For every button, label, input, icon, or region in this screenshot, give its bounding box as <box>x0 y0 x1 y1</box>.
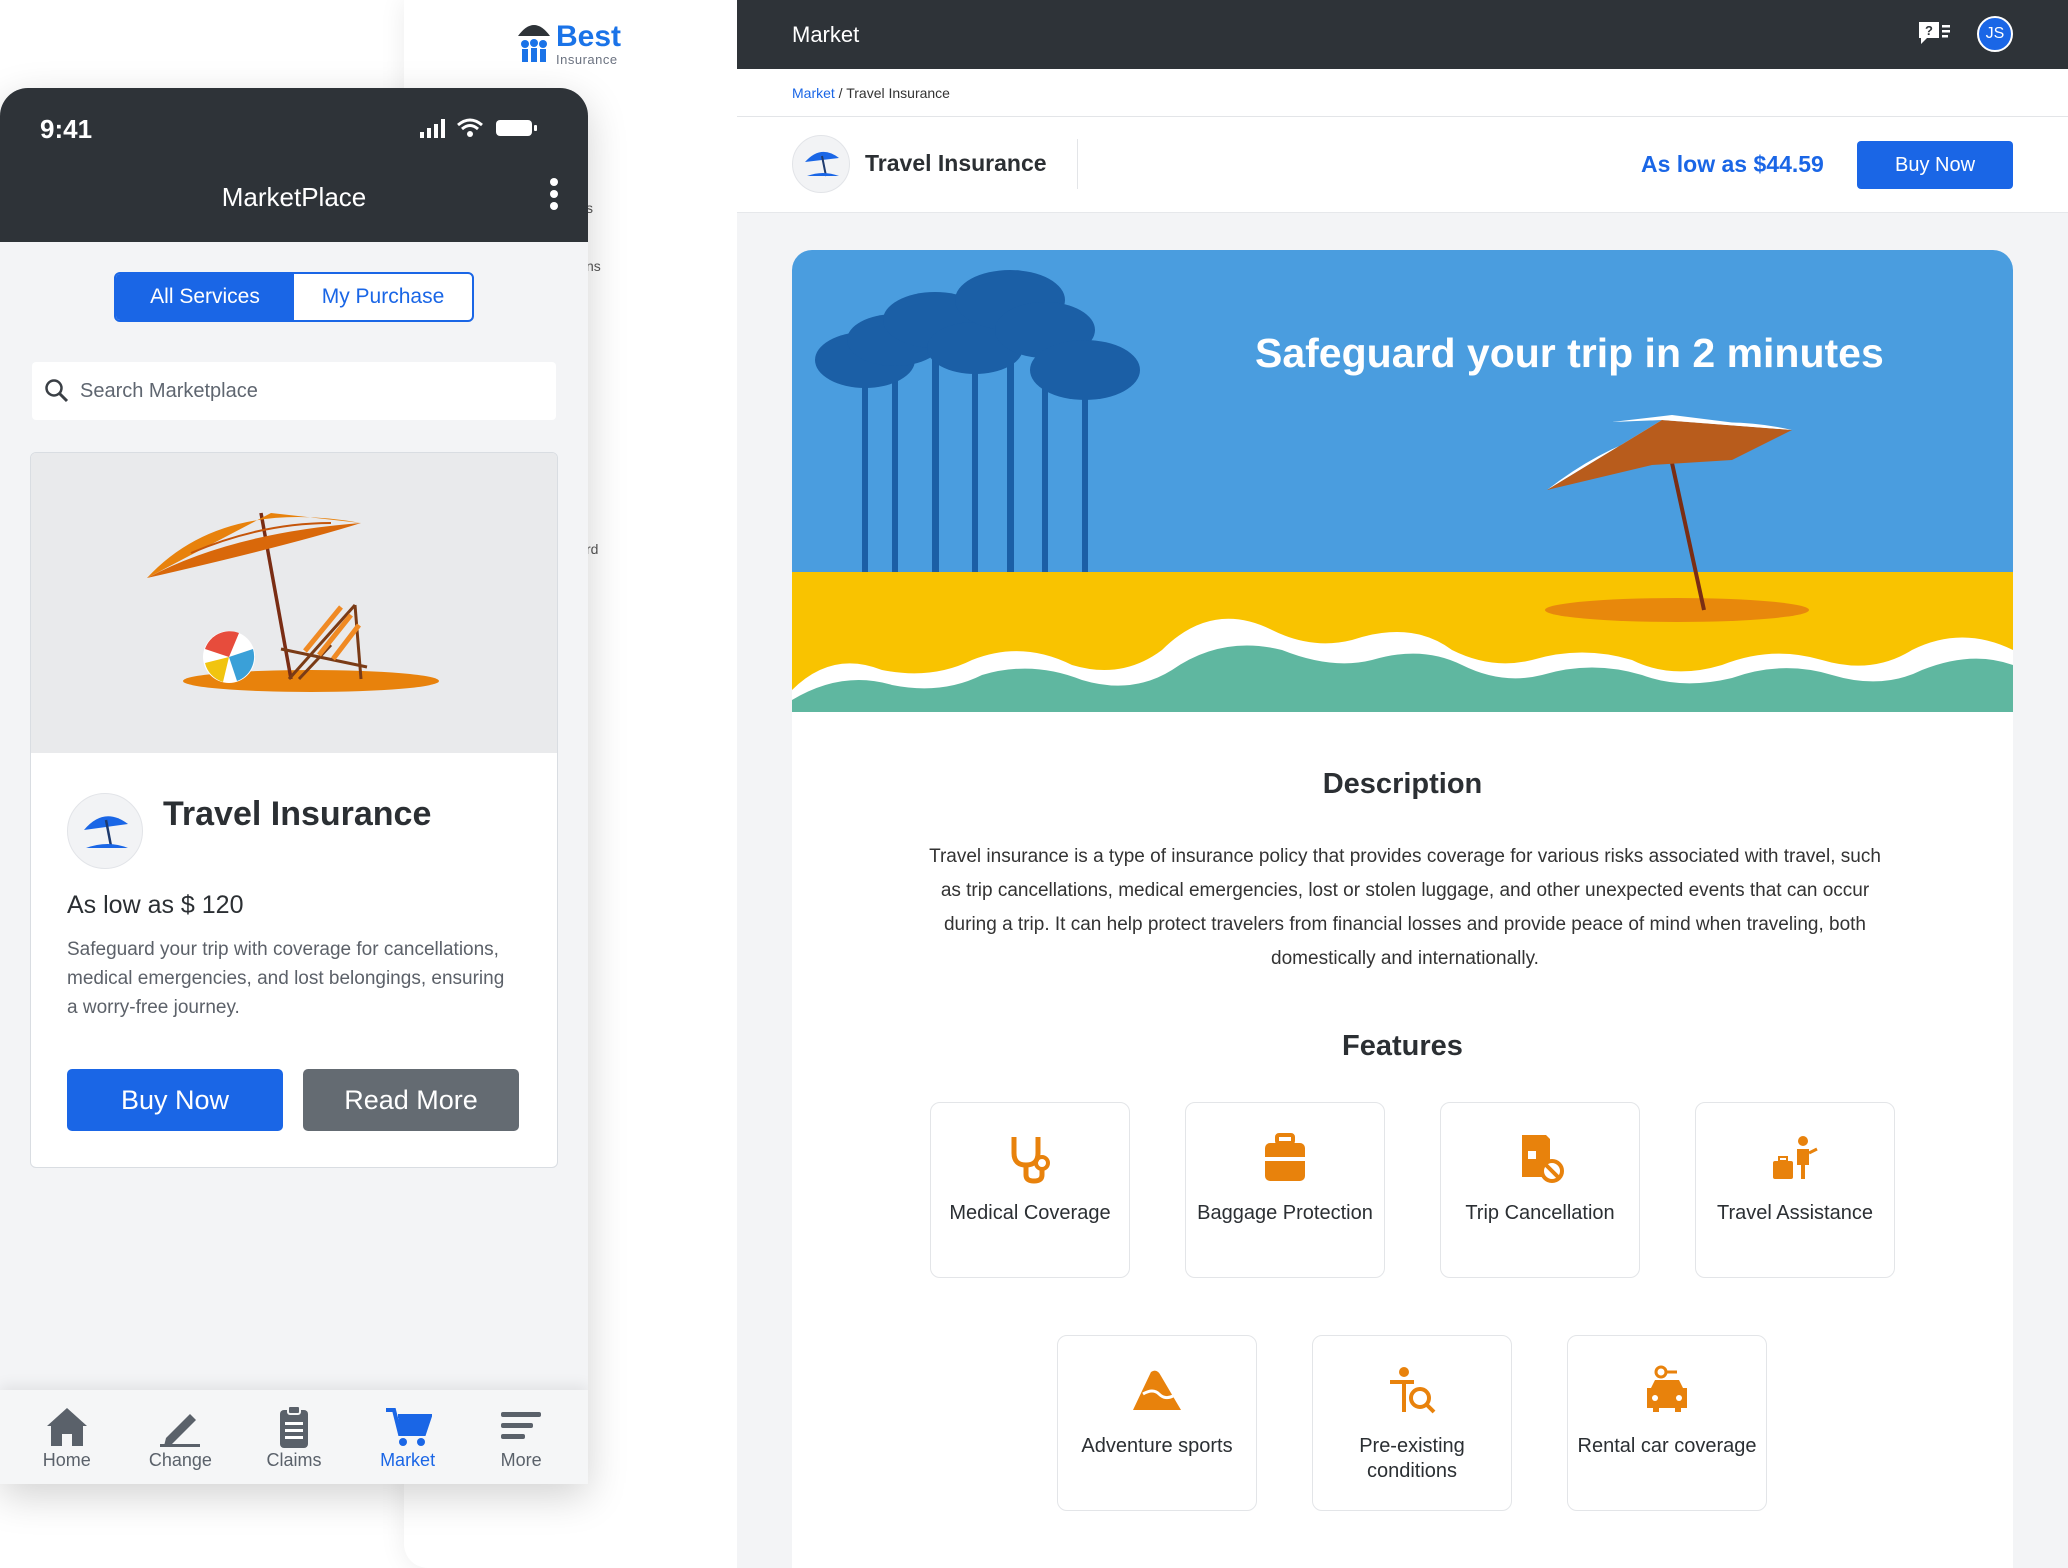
wifi-icon <box>457 118 483 131</box>
hero-title: Safeguard your trip in 2 minutes <box>1255 330 1884 376</box>
feature-card-medical: Medical Coverage <box>930 1102 1130 1278</box>
product-logo <box>67 793 143 869</box>
mobile-phone: 9:41 MarketPlace All Services My Purchas… <box>0 88 588 1484</box>
tab-change[interactable]: Change <box>130 1404 230 1471</box>
feature-label: Baggage Protection <box>1197 1202 1373 1224</box>
features-heading: Features <box>1342 1030 1463 1062</box>
person-search-icon <box>1390 1367 1436 1414</box>
desktop-topbar: Market ? JS <box>737 0 2068 69</box>
feature-card-adventure-sports: Adventure sports <box>1057 1335 1257 1511</box>
product-logo <box>792 135 850 193</box>
feature-card-rental-car: Rental car coverage <box>1567 1335 1767 1511</box>
product-header: Travel Insurance As low as $44.59 Buy No… <box>737 117 2068 213</box>
product-price: As low as $44.59 <box>1641 151 1824 177</box>
breadcrumb-separator: / <box>834 85 847 101</box>
feature-card-trip-cancellation: Trip Cancellation <box>1440 1102 1640 1278</box>
mobile-header: 9:41 MarketPlace <box>0 88 588 242</box>
feature-card-pre-existing: Pre-existing conditions <box>1312 1335 1512 1511</box>
beach-umbrella-icon <box>84 816 128 848</box>
search-input[interactable] <box>80 379 520 403</box>
feature-card-baggage: Baggage Protection <box>1185 1102 1385 1278</box>
pencil-icon <box>160 1413 201 1447</box>
search-bar <box>32 362 556 420</box>
cart-icon <box>385 1407 432 1446</box>
feature-label: Adventure sports <box>1081 1435 1233 1457</box>
description-heading: Description <box>1322 768 1483 800</box>
menu-icon <box>501 1411 542 1439</box>
buy-now-button[interactable]: Buy Now <box>67 1069 283 1131</box>
segmented-control: All Services My Purchase <box>114 272 474 322</box>
status-icons <box>420 118 537 138</box>
help-chat-icon[interactable]: ? <box>1917 20 1951 48</box>
segment-my-purchase[interactable]: My Purchase <box>294 274 472 320</box>
feature-label: Pre-existing conditions <box>1359 1435 1465 1482</box>
divider <box>1077 139 1078 189</box>
beach-umbrella-icon <box>805 151 839 177</box>
stethoscope-icon <box>1011 1137 1050 1184</box>
car-key-icon <box>1647 1365 1687 1412</box>
brand-tagline: Insurance <box>556 52 618 67</box>
product-content: Safeguard your trip in 2 minutes Descrip… <box>792 250 2013 1568</box>
feature-label: Rental car coverage <box>1577 1435 1757 1457</box>
sidebar-peek-text: ns <box>586 258 601 274</box>
traveler-icon <box>1773 1136 1818 1179</box>
status-time: 9:41 <box>40 114 93 144</box>
feature-label: Medical Coverage <box>949 1202 1111 1224</box>
product-name: Travel Insurance <box>865 150 1047 176</box>
tab-market[interactable]: Market <box>358 1404 458 1471</box>
battery-icon <box>496 120 537 136</box>
feature-label: Trip Cancellation <box>1465 1202 1615 1224</box>
breadcrumb: Market / Travel Insurance <box>737 69 2068 117</box>
buy-now-button[interactable]: Buy Now <box>1857 141 2013 189</box>
bottom-tab-bar: Home Change Claims Market More <box>0 1390 588 1484</box>
svg-text:?: ? <box>1925 23 1933 38</box>
tab-label: Home <box>42 1449 91 1470</box>
description-text: Travel insurance is a type of insurance … <box>929 846 1881 969</box>
tab-claims[interactable]: Claims <box>244 1404 344 1471</box>
hero-beach-illustration <box>792 250 2013 712</box>
feature-card-travel-assistance: Travel Assistance <box>1695 1102 1895 1278</box>
mobile-title: MarketPlace <box>221 182 367 212</box>
tab-label: Change <box>148 1449 212 1470</box>
card-description: Safeguard your trip with coverage for ca… <box>67 939 505 1018</box>
home-icon <box>46 1407 87 1446</box>
product-card: Travel Insurance As low as $ 120 Safegua… <box>30 452 558 1168</box>
read-more-button[interactable]: Read More <box>303 1069 519 1131</box>
trip-cancel-icon <box>1522 1135 1564 1183</box>
breadcrumb-market-link[interactable]: Market <box>792 85 835 101</box>
search-icon <box>45 379 69 403</box>
brand-logo: Best Insurance <box>516 16 636 67</box>
feature-label: Travel Assistance <box>1717 1202 1873 1224</box>
user-avatar[interactable]: JS <box>1977 16 2013 52</box>
card-price: As low as $ 120 <box>67 891 244 919</box>
mountain-icon <box>1133 1370 1181 1410</box>
topbar-title: Market <box>792 22 860 47</box>
breadcrumb-current: Travel Insurance <box>846 85 950 101</box>
umbrella-people-logo-icon <box>518 25 550 62</box>
suitcase-icon <box>1265 1133 1305 1181</box>
clipboard-icon <box>279 1404 308 1448</box>
signal-icon <box>420 119 445 138</box>
tab-label: Claims <box>266 1449 322 1470</box>
desktop-window: Market ? JS Market / Travel Insurance Tr… <box>737 0 2068 1568</box>
more-options-icon[interactable] <box>548 178 560 214</box>
brand-name: Best <box>556 20 622 53</box>
segment-all-services[interactable]: All Services <box>116 274 294 320</box>
tab-label: Market <box>380 1449 436 1470</box>
tab-label: More <box>500 1449 542 1470</box>
tab-more[interactable]: More <box>471 1404 571 1471</box>
beach-chair-illustration <box>31 453 557 753</box>
card-title: Travel Insurance <box>163 795 432 833</box>
tab-home[interactable]: Home <box>17 1404 117 1471</box>
